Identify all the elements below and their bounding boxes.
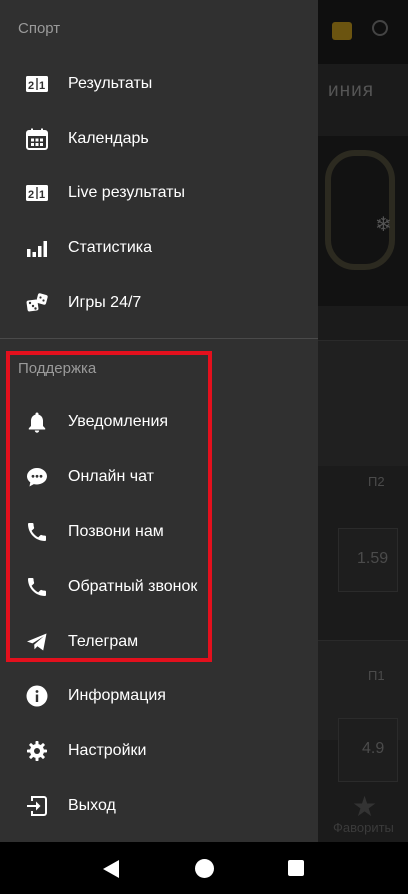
menu-item-label: Информация xyxy=(68,687,166,704)
support-section-highlight xyxy=(6,351,212,662)
snowflake-icon: ❄ xyxy=(375,214,392,236)
bar-chart-icon xyxy=(25,236,49,260)
info-icon xyxy=(25,684,49,708)
background-title: иния xyxy=(328,80,375,101)
menu-item-statistics[interactable]: Статистика xyxy=(0,221,318,275)
menu-item-live-results[interactable]: 2 1 Live результаты xyxy=(0,166,318,220)
menu-item-label: Результаты xyxy=(68,75,153,92)
menu-item-label: Live результаты xyxy=(68,184,185,201)
menu-item-logout[interactable]: Выход xyxy=(0,779,318,833)
menu-item-label: Выход xyxy=(68,797,116,814)
svg-text:2: 2 xyxy=(28,80,34,92)
banner-graphic xyxy=(325,150,395,270)
navigation-drawer: Спорт 2 1 Результаты Календарь 2 1 Live … xyxy=(0,0,318,842)
live-scoreboard-icon: 2 1 xyxy=(25,181,49,205)
home-icon[interactable] xyxy=(195,859,214,878)
menu-item-games[interactable]: Игры 24/7 xyxy=(0,276,318,330)
wallet-icon xyxy=(332,22,352,40)
back-icon[interactable] xyxy=(102,859,120,884)
menu-item-results[interactable]: 2 1 Результаты xyxy=(0,57,318,111)
background-col-header: П1 xyxy=(368,668,385,683)
svg-text:1: 1 xyxy=(39,189,45,201)
scoreboard-icon: 2 1 xyxy=(25,72,49,96)
menu-item-information[interactable]: Информация xyxy=(0,669,318,723)
dice-icon xyxy=(25,291,49,315)
menu-item-label: Статистика xyxy=(68,239,153,256)
star-icon: ★ xyxy=(352,791,378,822)
gear-icon xyxy=(25,739,49,763)
background-favorites-label: Фавориты xyxy=(333,820,394,835)
menu-item-label: Игры 24/7 xyxy=(68,294,142,311)
menu-item-label: Календарь xyxy=(68,130,149,147)
calendar-icon xyxy=(25,127,49,151)
recent-apps-icon[interactable] xyxy=(288,860,304,876)
background-odds-value: 1.59 xyxy=(357,550,389,567)
svg-text:1: 1 xyxy=(39,80,45,92)
section-label-sport: Спорт xyxy=(18,20,61,37)
menu-item-calendar[interactable]: Календарь xyxy=(0,112,318,166)
background-col-header: П2 xyxy=(368,474,385,489)
logout-icon xyxy=(25,794,49,818)
menu-item-label: Настройки xyxy=(68,742,147,759)
menu-item-settings[interactable]: Настройки xyxy=(0,724,318,778)
section-divider xyxy=(0,338,318,339)
search-icon xyxy=(372,20,388,36)
background-row xyxy=(318,340,408,466)
background-odds-value: 4.9 xyxy=(362,740,385,757)
svg-text:2: 2 xyxy=(28,189,34,201)
